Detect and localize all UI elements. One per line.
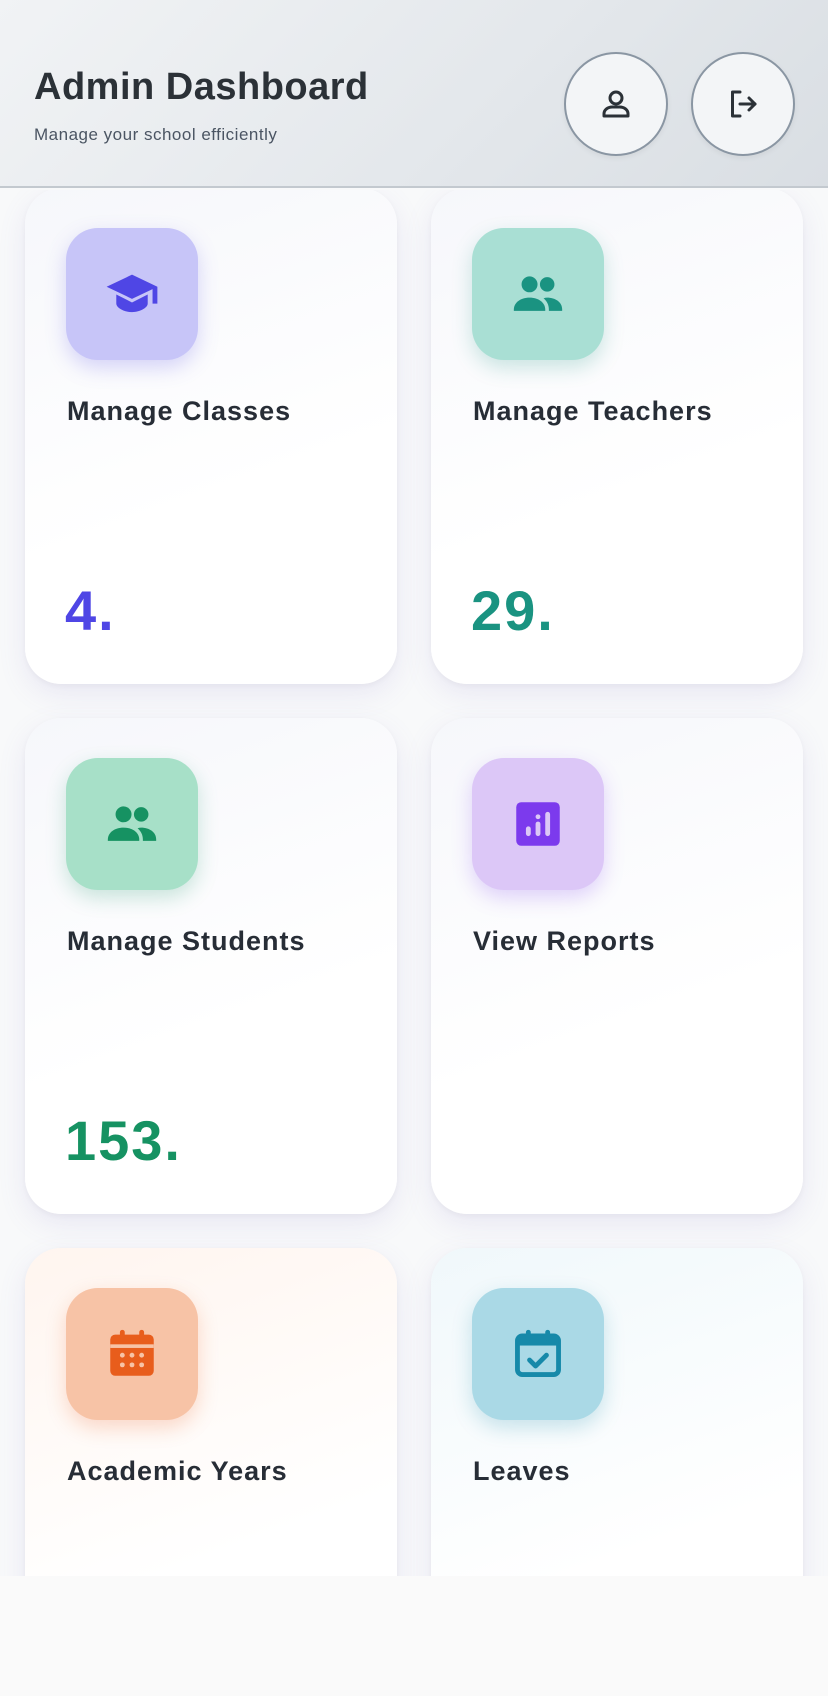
calendar-icon	[110, 1329, 154, 1376]
people-icon	[107, 806, 157, 841]
icon-box	[472, 1288, 604, 1420]
person-icon	[602, 90, 630, 118]
icon-box	[472, 228, 604, 360]
leaves-card[interactable]: Leaves	[431, 1248, 803, 1576]
bar-chart-icon	[516, 802, 560, 846]
page-background	[0, 1576, 828, 1696]
manage-students-card[interactable]: Manage Students 153.	[25, 718, 397, 1214]
academic-years-card[interactable]: Academic Years	[25, 1248, 397, 1576]
logout-button[interactable]	[691, 52, 795, 156]
header: Admin Dashboard Manage your school effic…	[0, 0, 828, 188]
card-title: Academic Years	[67, 1456, 288, 1486]
card-title: Manage Classes	[67, 396, 292, 426]
manage-teachers-card[interactable]: Manage Teachers 29.	[431, 190, 803, 684]
card-title: View Reports	[473, 926, 656, 956]
dashboard-grid: Manage Classes 4. Manage Teachers 29. Ma…	[0, 190, 828, 1576]
view-reports-card[interactable]: View Reports	[431, 718, 803, 1214]
icon-box	[66, 1288, 198, 1420]
page-subtitle: Manage your school efficiently	[34, 125, 278, 144]
card-title: Manage Teachers	[473, 396, 713, 426]
card-title: Manage Students	[67, 926, 306, 956]
card-count: 153.	[65, 1109, 182, 1172]
icon-box	[66, 228, 198, 360]
profile-button[interactable]	[564, 52, 668, 156]
icon-box	[472, 758, 604, 890]
card-title: Leaves	[473, 1456, 571, 1486]
page-title: Admin Dashboard	[34, 66, 369, 108]
manage-classes-card[interactable]: Manage Classes 4.	[25, 190, 397, 684]
calendar-check-icon	[515, 1329, 561, 1377]
logout-icon	[731, 90, 757, 118]
graduation-cap-icon	[106, 274, 158, 313]
people-icon	[513, 276, 563, 311]
card-count: 29.	[471, 579, 555, 642]
icon-box	[66, 758, 198, 890]
card-count: 4.	[65, 579, 116, 642]
